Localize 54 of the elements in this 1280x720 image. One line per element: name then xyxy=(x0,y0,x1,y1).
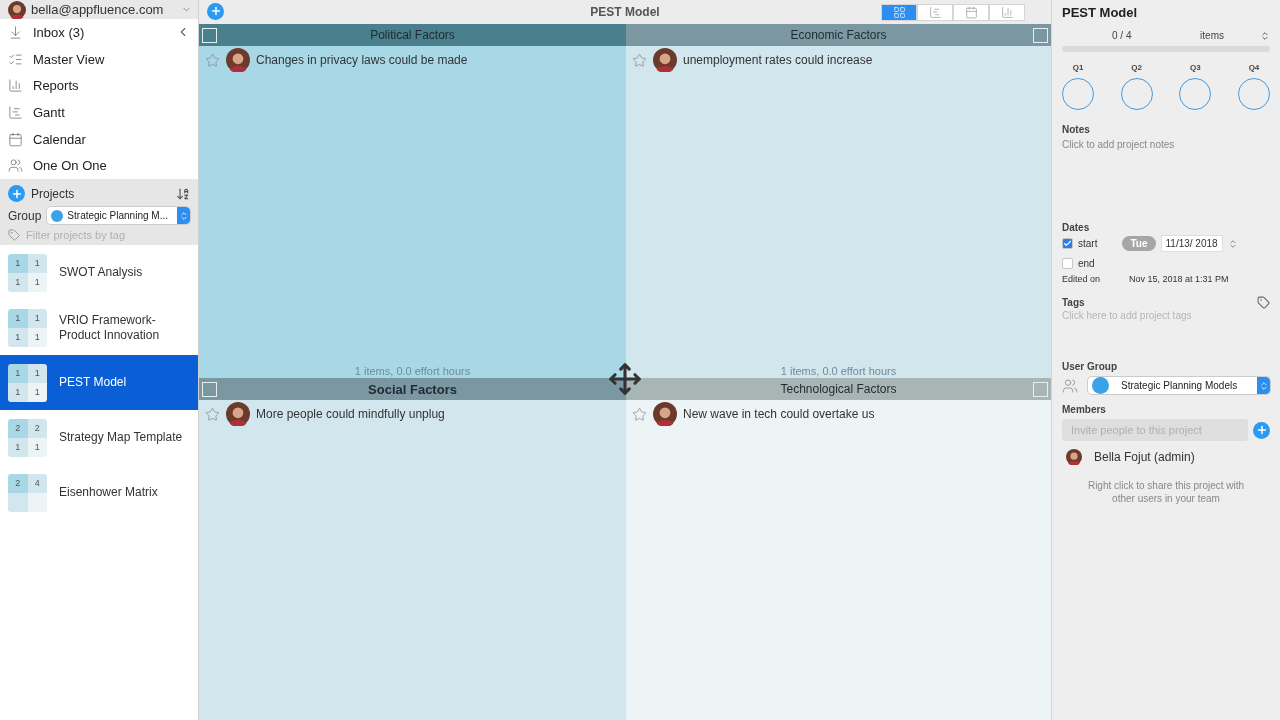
quadrant-thumbnail: 1 1 1 1 xyxy=(8,308,47,347)
tags-label: Tags xyxy=(1062,297,1085,308)
quadrant-title: Economic Factors xyxy=(789,28,888,42)
project-name: SWOT Analysis xyxy=(59,265,144,281)
user-group-select[interactable]: Strategic Planning Models xyxy=(1088,377,1270,394)
project-name: PEST Model xyxy=(59,375,128,391)
quadrant-summary: 1 items, 0.0 effort hours xyxy=(353,365,472,378)
project-name: Eisenhower Matrix xyxy=(59,485,159,501)
quadrant-title: Technological Factors xyxy=(779,382,898,396)
quadrant-label: Q4 xyxy=(1248,63,1260,72)
account-switcher[interactable]: bella@appfluence.com xyxy=(0,0,198,19)
member-name: Bella Fojut (admin) xyxy=(1094,450,1195,464)
project-name: Strategy Map Template xyxy=(59,430,184,446)
toolbar-title: PEST Model xyxy=(590,5,660,19)
nav-item[interactable]: Calendar xyxy=(0,125,198,153)
quadrant-label: Q1 xyxy=(1072,63,1084,72)
quadrant-label: Q2 xyxy=(1131,63,1142,72)
progress-unit[interactable]: items xyxy=(1200,30,1224,41)
quadrant-title: Social Factors xyxy=(367,381,458,397)
members-label: Members xyxy=(1062,404,1107,415)
progress-count: 0 / 4 xyxy=(1112,30,1132,41)
nav-item[interactable]: Gantt xyxy=(0,99,198,126)
account-email: bella@appfluence.com xyxy=(31,2,164,17)
date-field[interactable]: 11/13/ 2018 xyxy=(1160,235,1223,252)
project-title: PEST Model xyxy=(1062,5,1139,20)
quadrant-label: Q3 xyxy=(1189,63,1201,72)
group-label: Group xyxy=(8,208,42,223)
quadrant-thumbnail: 1 1 1 1 xyxy=(8,363,47,402)
quadrant-thumbnail: 1 1 1 1 xyxy=(8,253,47,292)
projects-heading: Projects xyxy=(31,186,75,201)
notes-label: Notes xyxy=(1062,124,1091,135)
quadrant-summary: 1 items, 0.0 effort hours xyxy=(779,365,898,378)
weekday-badge: Tue xyxy=(1122,236,1156,251)
item-text[interactable]: More people could mindfully unplug xyxy=(256,407,445,421)
nav-item[interactable]: One On One xyxy=(0,152,198,180)
edited-date: Nov 15, 2018 at 1:31 PM xyxy=(1129,274,1229,284)
quadrant-thumbnail: 2 2 1 1 xyxy=(8,418,47,457)
start-label: start xyxy=(1078,238,1098,249)
dates-label: Dates xyxy=(1062,222,1091,233)
item-text[interactable]: Changes in privacy laws could be made xyxy=(256,53,468,67)
end-label: end xyxy=(1078,258,1095,269)
group-select[interactable]: Strategic Planning M... xyxy=(47,207,190,225)
nav-item[interactable]: Inbox (3) xyxy=(0,19,198,46)
item-text[interactable]: unemployment rates could increase xyxy=(683,53,873,67)
edited-label: Edited on xyxy=(1062,274,1102,284)
share-hint: Right click to share this project with other users in your team xyxy=(1086,479,1246,505)
quadrant-title: Political Factors xyxy=(369,28,456,42)
item-text[interactable]: New wave in tech could overtake us xyxy=(683,407,875,421)
quadrant-thumbnail: 2 4 xyxy=(8,473,47,512)
user-group-label: User Group xyxy=(1062,361,1118,372)
project-name: VRIO Framework-Product Innovation xyxy=(59,312,161,343)
project-item[interactable]: 1 1 1 1 PEST Model xyxy=(0,355,198,411)
nav-item[interactable]: Reports xyxy=(0,72,198,100)
nav-item[interactable]: Master View xyxy=(0,45,198,73)
